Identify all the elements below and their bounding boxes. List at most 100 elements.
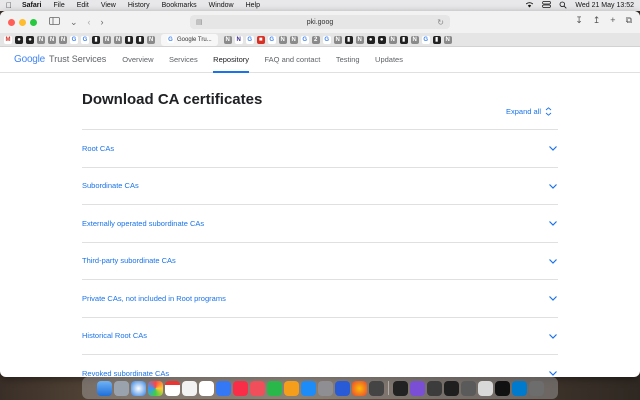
contacts-dock-icon[interactable] [181, 380, 197, 396]
accordion-externally-operated-cas[interactable]: Externally operated subordinate CAs [82, 205, 558, 243]
github-tab-icon[interactable]: ● [366, 35, 375, 44]
menu-help[interactable]: Help [246, 2, 260, 9]
forward-button[interactable]: › [101, 17, 104, 27]
app-dock-icon[interactable] [477, 380, 493, 396]
zoom-window-button[interactable] [30, 18, 37, 26]
music-dock-icon[interactable] [232, 380, 248, 396]
pages-dock-icon[interactable] [283, 380, 299, 396]
chrome-dock-icon[interactable] [351, 380, 367, 396]
n-tab-icon[interactable]: N [388, 35, 397, 44]
google-trust-services-logo[interactable]: Google Trust Services [14, 54, 106, 65]
numbers-dock-icon[interactable] [266, 380, 282, 396]
n-tab-icon[interactable]: N [410, 35, 419, 44]
nav-overview[interactable]: Overview [122, 47, 153, 73]
downloads-icon[interactable]: ↧ [575, 15, 583, 26]
n-tab-icon[interactable]: N [333, 35, 342, 44]
app-dock-icon[interactable] [409, 380, 425, 396]
n-tab-icon[interactable]: N [103, 35, 111, 44]
files-dock-icon[interactable] [215, 380, 231, 396]
n-tab-icon[interactable]: N [147, 35, 155, 44]
search-icon[interactable] [559, 1, 567, 11]
back-button[interactable]: ‹ [88, 17, 91, 27]
dark-tab-icon[interactable]: ▮ [136, 35, 144, 44]
share-icon[interactable]: ↥ [593, 15, 601, 26]
accordion-historical-root-cas[interactable]: Historical Root CAs [82, 318, 558, 355]
n-tab-icon[interactable]: N [355, 35, 364, 44]
reload-icon[interactable]: ↻ [437, 18, 444, 27]
google-tab-icon[interactable]: G [322, 35, 331, 44]
minimize-window-button[interactable] [19, 18, 26, 26]
app-dock-icon[interactable] [460, 380, 476, 396]
app-dock-icon[interactable] [368, 380, 384, 396]
google-tab-icon[interactable]: G [267, 35, 276, 44]
clock[interactable]: Wed 21 May 13:52 [575, 2, 634, 9]
menu-bookmarks[interactable]: Bookmarks [162, 2, 197, 9]
nav-testing[interactable]: Testing [336, 47, 360, 73]
google-tab-icon[interactable]: G [245, 35, 254, 44]
terminal-dock-icon[interactable] [443, 380, 459, 396]
accordion-root-cas[interactable]: Root CAs [82, 130, 558, 168]
terminal-dock-icon[interactable] [392, 380, 408, 396]
safari-dock-icon[interactable] [130, 380, 146, 396]
menu-view[interactable]: View [101, 2, 116, 9]
address-bar[interactable]: ▤ pki.goog ↻ [190, 15, 450, 29]
accordion-private-cas[interactable]: Private CAs, not included in Root progra… [82, 280, 558, 318]
calendar-dock-icon[interactable] [164, 380, 180, 396]
accordion-third-party-cas[interactable]: Third-party subordinate CAs [82, 243, 558, 280]
nav-services[interactable]: Services [169, 47, 198, 73]
red-tab-icon[interactable]: ■ [256, 35, 265, 44]
tab-active[interactable]: G Google Tru... [161, 33, 218, 46]
new-tab-icon[interactable]: + [610, 15, 615, 26]
app-dock-icon[interactable] [426, 380, 442, 396]
menu-file[interactable]: File [53, 2, 64, 9]
menu-app-name[interactable]: Safari [22, 2, 41, 9]
accordion-revoked-subordinate-cas[interactable]: Revoked subordinate CAs [82, 355, 558, 377]
github-tab-icon[interactable]: ● [26, 35, 34, 44]
n-tab-icon[interactable]: N [234, 35, 243, 44]
google-tab-icon[interactable]: G [300, 35, 309, 44]
menu-history[interactable]: History [128, 2, 150, 9]
nav-updates[interactable]: Updates [375, 47, 403, 73]
n-tab-icon[interactable]: N [289, 35, 298, 44]
menu-window[interactable]: Window [209, 2, 234, 9]
dark-tab-icon[interactable]: ▮ [344, 35, 353, 44]
dark-tab-icon[interactable]: ▮ [125, 35, 133, 44]
bookmark-tab-icon[interactable]: ▮ [92, 35, 100, 44]
n-tab-icon[interactable]: N [114, 35, 122, 44]
github-tab-icon[interactable]: ● [377, 35, 386, 44]
n-tab-icon[interactable]: N [223, 35, 232, 44]
menu-edit[interactable]: Edit [77, 2, 89, 9]
wifi-icon[interactable] [525, 1, 534, 10]
password-dock-icon[interactable] [334, 380, 350, 396]
control-center-icon[interactable] [542, 1, 552, 10]
news-dock-icon[interactable] [249, 380, 265, 396]
apple-menu-icon[interactable]:  [6, 1, 12, 10]
chevron-down-icon[interactable]: ⌄ [70, 17, 78, 28]
n-tab-icon[interactable]: N [443, 35, 452, 44]
dark-tab-icon[interactable]: ▮ [399, 35, 408, 44]
sidebar-toggle-icon[interactable] [49, 17, 60, 27]
app-dock-icon[interactable] [494, 380, 510, 396]
launchpad-dock-icon[interactable] [113, 380, 129, 396]
close-window-button[interactable] [8, 18, 15, 26]
system-settings-dock-icon[interactable] [317, 380, 333, 396]
github-tab-icon[interactable]: ● [15, 35, 23, 44]
accordion-subordinate-cas[interactable]: Subordinate CAs [82, 168, 558, 205]
reminders-dock-icon[interactable] [198, 380, 214, 396]
gmail-tab-icon[interactable]: M [4, 35, 12, 44]
finder-dock-icon[interactable] [96, 380, 112, 396]
app-store-dock-icon[interactable] [300, 380, 316, 396]
n-tab-icon[interactable]: 2 [311, 35, 320, 44]
vscode-dock-icon[interactable] [511, 380, 527, 396]
n-tab-icon[interactable]: N [48, 35, 56, 44]
google-tab-icon[interactable]: G [70, 35, 78, 44]
google-tab-icon[interactable]: G [81, 35, 89, 44]
nav-repository[interactable]: Repository [213, 47, 250, 73]
tab-overview-icon[interactable]: ⧉ [626, 15, 632, 26]
n-tab-icon[interactable]: N [59, 35, 67, 44]
photos-dock-icon[interactable] [147, 380, 163, 396]
trash-dock-icon[interactable] [528, 380, 544, 396]
nav-faq-contact[interactable]: FAQ and contact [264, 47, 320, 73]
google-tab-icon[interactable]: G [421, 35, 430, 44]
dark-tab-icon[interactable]: ▮ [432, 35, 441, 44]
